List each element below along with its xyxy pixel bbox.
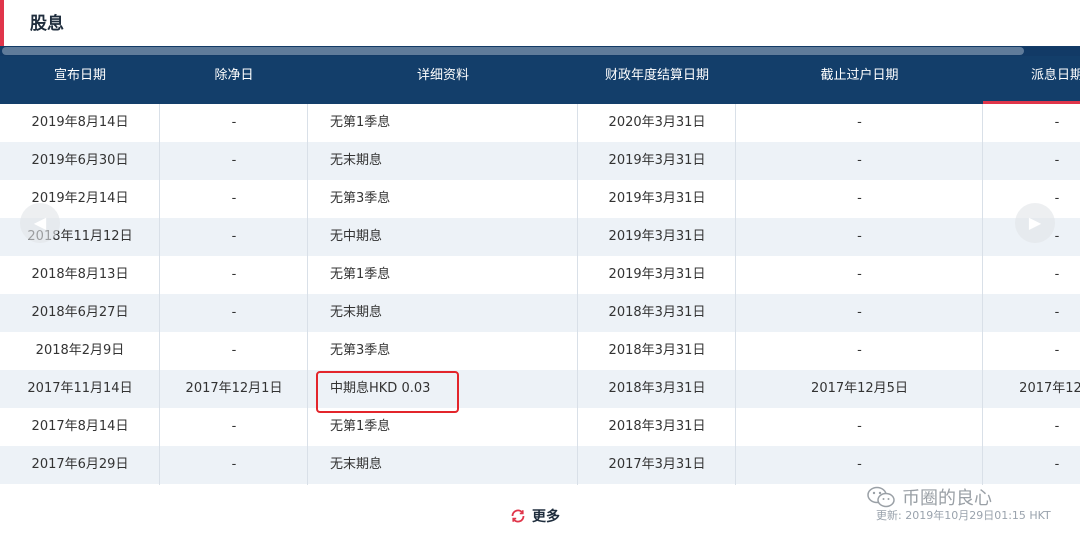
cell-announce-date: 2018年2月9日 [35,343,125,358]
cell-details: 无第1季息 [330,115,391,130]
dividend-table-body: 2019年8月14日 - 无第1季息 2020年3月31日 - - 2019年6… [0,104,1080,485]
cell-ex-date: - [231,191,237,206]
table-row: 2017年8月14日 - 无第1季息 2018年3月31日 - - [0,408,1080,446]
cell-announce-date: 2017年11月14日 [27,381,133,396]
column-divider [307,104,308,485]
table-row: 2017年6月29日 - 无末期息 2017年3月31日 - - [0,446,1080,484]
cell-announce-date: 2017年6月29日 [31,457,129,472]
cell-ex-date: - [231,419,237,434]
cell-book-close-date: - [857,115,862,130]
scrollbar-thumb[interactable] [2,47,1024,55]
cell-details: 无第1季息 [330,267,391,282]
cell-ex-date: - [231,305,237,320]
cell-book-close-date: - [857,419,862,434]
cell-fiscal-year-end: 2020年3月31日 [608,115,706,130]
chevron-right-icon: ▶ [1028,213,1042,232]
cell-book-close-date: - [857,191,862,206]
table-row: 2018年2月9日 - 无第3季息 2018年3月31日 - - [0,332,1080,370]
cell-fiscal-year-end: 2019年3月31日 [608,229,706,244]
cell-ex-date: - [231,115,237,130]
section-header: 股息 [0,0,1080,46]
table-row: 2018年11月12日 - 无中期息 2019年3月31日 - - [0,218,1080,256]
wechat-icon [867,486,895,508]
cell-fiscal-year-end: 2019年3月31日 [608,191,706,206]
table-row: 2019年8月14日 - 无第1季息 2020年3月31日 - - [0,104,1080,142]
column-header-payment-date[interactable]: 派息日期 [983,56,1080,104]
column-header-announce-date[interactable]: 宣布日期 [0,56,160,104]
cell-book-close-date: - [857,153,862,168]
cell-details: 无第3季息 [330,343,391,358]
cell-payment-date: - [1054,457,1060,472]
horizontal-scrollbar[interactable] [0,46,1080,56]
header-accent-bar [0,0,4,46]
cell-payment-date: - [1054,305,1060,320]
table-row: 2018年8月13日 - 无第1季息 2019年3月31日 - - [0,256,1080,294]
cell-fiscal-year-end: 2019年3月31日 [608,153,706,168]
more-button[interactable]: 更多 [510,505,560,529]
cell-payment-date: - [1054,115,1060,130]
cell-book-close-date: - [857,457,862,472]
scroll-left-button[interactable]: ◀ [20,203,60,243]
cell-announce-date: 2019年8月14日 [31,115,129,130]
cell-announce-date: 2017年8月14日 [31,419,129,434]
table-row: 2019年2月14日 - 无第3季息 2019年3月31日 - - [0,180,1080,218]
update-timestamp: 更新: 2019年10月29日01:15 HKT [876,509,1051,522]
cell-details: 无中期息 [330,229,383,244]
cell-book-close-date: - [857,305,862,320]
more-label: 更多 [532,509,560,525]
cell-ex-date: - [231,229,237,244]
chevron-left-icon: ◀ [33,213,47,232]
cell-payment-date: 2017年12月 [1019,381,1080,396]
column-divider [735,104,736,485]
page-title: 股息 [30,14,64,34]
cell-book-close-date: - [857,229,862,244]
cell-details: 无末期息 [330,153,383,168]
table-header: 宣布日期 除净日 详细资料 财政年度结算日期 截止过户日期 派息日期 [0,56,1080,104]
cell-payment-date: - [1054,267,1060,282]
column-divider [982,104,983,485]
column-header-fiscal-year-end[interactable]: 财政年度结算日期 [578,56,736,104]
table-row: 2017年11月14日 2017年12月1日 中期息HKD 0.03 2018年… [0,370,1080,408]
cell-ex-date: 2017年12月1日 [185,381,283,396]
cell-details: 无第1季息 [330,419,391,434]
column-divider [159,104,160,485]
cell-details: 中期息HKD 0.03 [330,381,431,396]
cell-payment-date: - [1054,153,1060,168]
column-header-ex-date[interactable]: 除净日 [160,56,308,104]
cell-ex-date: - [231,343,237,358]
cell-book-close-date: 2017年12月5日 [811,381,908,396]
column-header-book-close-date[interactable]: 截止过户日期 [736,56,983,104]
cell-ex-date: - [231,457,237,472]
cell-fiscal-year-end: 2019年3月31日 [608,267,706,282]
watermark-text: 币圈的良心 [902,488,992,509]
cell-details: 无末期息 [330,457,383,472]
cell-announce-date: 2019年6月30日 [31,153,129,168]
column-divider [577,104,578,485]
cell-payment-date: - [1054,343,1060,358]
cell-fiscal-year-end: 2018年3月31日 [608,343,706,358]
cell-details: 无末期息 [330,305,383,320]
cell-announce-date: 2018年6月27日 [31,305,129,320]
scroll-right-button[interactable]: ▶ [1015,203,1055,243]
cell-details: 无第3季息 [330,191,391,206]
column-header-details[interactable]: 详细资料 [308,56,578,104]
refresh-icon [511,509,525,523]
table-row: 2018年6月27日 - 无末期息 2018年3月31日 - - [0,294,1080,332]
table-row: 2019年6月30日 - 无末期息 2019年3月31日 - - [0,142,1080,180]
cell-ex-date: - [231,153,237,168]
cell-fiscal-year-end: 2018年3月31日 [608,305,706,320]
cell-payment-date: - [1054,419,1060,434]
cell-fiscal-year-end: 2017年3月31日 [608,457,706,472]
cell-announce-date: 2018年8月13日 [31,267,129,282]
cell-fiscal-year-end: 2018年3月31日 [608,419,706,434]
cell-book-close-date: - [857,267,862,282]
cell-book-close-date: - [857,343,862,358]
cell-fiscal-year-end: 2018年3月31日 [608,381,706,396]
cell-ex-date: - [231,267,237,282]
